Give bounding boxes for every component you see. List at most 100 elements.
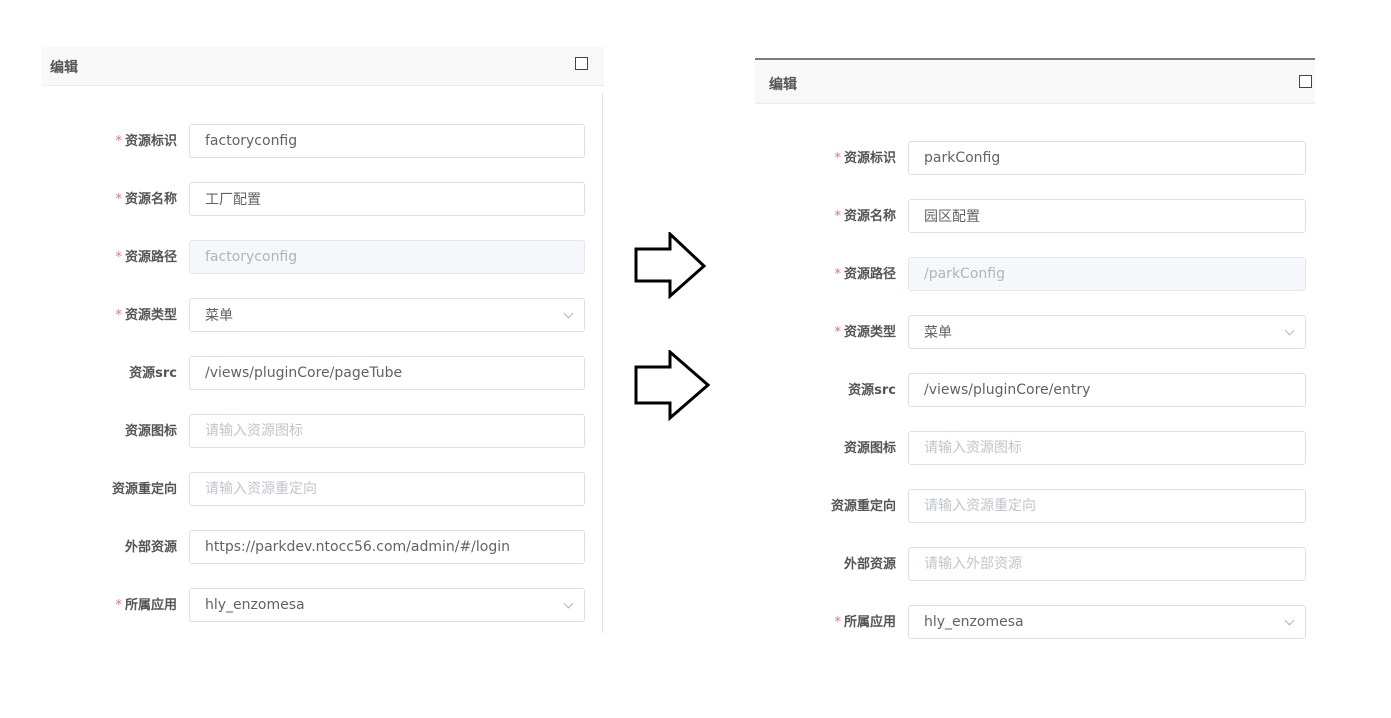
dialog-header: 编辑	[42, 47, 604, 86]
form-row: 资源src	[755, 373, 1315, 409]
select-input[interactable]	[909, 316, 1305, 348]
dialog-header: 编辑	[755, 58, 1315, 104]
text-input[interactable]	[190, 357, 584, 389]
form-row: * 资源名称	[755, 199, 1315, 235]
field-label: * 资源标识	[42, 124, 177, 160]
select-field[interactable]	[189, 298, 585, 332]
field-label-text: 资源名称	[843, 209, 896, 224]
text-field[interactable]	[189, 124, 585, 158]
text-input[interactable]	[190, 183, 584, 215]
edit-dialog-right: 编辑 *资源标识*资源名称*资源路径*资源类型资源src资源图标资源重定向外部资…	[755, 58, 1315, 658]
field-label-text: 外部资源	[124, 540, 177, 555]
text-field[interactable]	[908, 489, 1306, 523]
edit-dialog-left: 编辑 *资源标识*资源名称*资源路径*资源类型资源src资源图标资源重定向外部资…	[42, 47, 604, 633]
text-field[interactable]	[189, 530, 585, 564]
field-label-text: 资源名称	[124, 192, 177, 207]
select-field[interactable]	[908, 605, 1306, 639]
field-label-text: 资源src	[129, 366, 177, 381]
form-row: 资源重定向	[42, 472, 604, 508]
text-input[interactable]	[190, 473, 584, 505]
text-input[interactable]	[190, 125, 584, 157]
field-label-text: 资源类型	[124, 308, 177, 323]
required-asterisk: *	[115, 308, 122, 323]
text-input[interactable]	[190, 531, 584, 563]
form-row: * 资源类型	[42, 298, 604, 334]
text-input	[909, 258, 1305, 290]
field-label: * 所属应用	[42, 588, 177, 624]
maximize-icon[interactable]	[1299, 75, 1312, 88]
required-asterisk: *	[834, 209, 841, 224]
text-input[interactable]	[909, 200, 1305, 232]
field-label: * 资源路径	[755, 257, 896, 293]
text-field	[189, 240, 585, 274]
field-label-text: 资源路径	[843, 267, 896, 282]
text-field[interactable]	[908, 431, 1306, 465]
field-label-text: 资源重定向	[111, 482, 177, 497]
required-asterisk: *	[115, 192, 122, 207]
field-label: * 资源类型	[42, 298, 177, 334]
field-label: * 资源名称	[42, 182, 177, 218]
text-field[interactable]	[189, 414, 585, 448]
dialog-title: 编辑	[50, 60, 78, 76]
form-row: * 资源标识	[755, 141, 1315, 177]
text-input[interactable]	[909, 142, 1305, 174]
field-label-text: 资源类型	[843, 325, 896, 340]
field-label-text: 资源重定向	[830, 499, 896, 514]
text-field[interactable]	[908, 141, 1306, 175]
select-input[interactable]	[190, 299, 584, 331]
text-field[interactable]	[908, 373, 1306, 407]
form-row: 外部资源	[42, 530, 604, 566]
form-row: * 所属应用	[755, 605, 1315, 641]
maximize-icon[interactable]	[575, 57, 588, 70]
field-label: 资源图标	[42, 414, 177, 450]
text-input[interactable]	[909, 432, 1305, 464]
form-row: * 资源类型	[755, 315, 1315, 351]
right-arrow-icon	[634, 232, 707, 300]
dialog-title: 编辑	[769, 77, 797, 93]
field-label: 资源重定向	[42, 472, 177, 508]
select-input[interactable]	[190, 589, 584, 621]
form-row: * 资源标识	[42, 124, 604, 160]
text-input	[190, 241, 584, 273]
field-label-text: 资源标识	[124, 134, 177, 149]
field-label: 资源图标	[755, 431, 896, 467]
required-asterisk: *	[115, 134, 122, 149]
field-label-text: 资源src	[848, 383, 896, 398]
text-input[interactable]	[909, 490, 1305, 522]
field-label: 资源重定向	[755, 489, 896, 525]
text-field[interactable]	[189, 182, 585, 216]
text-field	[908, 257, 1306, 291]
text-field[interactable]	[189, 356, 585, 390]
required-asterisk: *	[834, 325, 841, 340]
field-label-text: 所属应用	[843, 615, 896, 630]
text-input[interactable]	[909, 548, 1305, 580]
field-label: 外部资源	[755, 547, 896, 583]
required-asterisk: *	[115, 598, 122, 613]
field-label-text: 所属应用	[124, 598, 177, 613]
text-input[interactable]	[909, 374, 1305, 406]
text-field[interactable]	[908, 547, 1306, 581]
field-label: 资源src	[755, 373, 896, 409]
form-row: 资源src	[42, 356, 604, 392]
field-label: * 资源类型	[755, 315, 896, 351]
text-input[interactable]	[190, 415, 584, 447]
field-label: * 资源标识	[755, 141, 896, 177]
required-asterisk: *	[115, 250, 122, 265]
select-field[interactable]	[189, 588, 585, 622]
required-asterisk: *	[834, 267, 841, 282]
select-field[interactable]	[908, 315, 1306, 349]
field-label-text: 资源图标	[843, 441, 896, 456]
field-label-text: 资源图标	[124, 424, 177, 439]
required-asterisk: *	[834, 615, 841, 630]
field-label: 外部资源	[42, 530, 177, 566]
field-label-text: 资源路径	[124, 250, 177, 265]
form-row: * 资源名称	[42, 182, 604, 218]
select-input[interactable]	[909, 606, 1305, 638]
form-row: * 所属应用	[42, 588, 604, 624]
form-row: * 资源路径	[42, 240, 604, 276]
field-label-text: 外部资源	[843, 557, 896, 572]
text-field[interactable]	[189, 472, 585, 506]
text-field[interactable]	[908, 199, 1306, 233]
field-label: 资源src	[42, 356, 177, 392]
form-row: 外部资源	[755, 547, 1315, 583]
